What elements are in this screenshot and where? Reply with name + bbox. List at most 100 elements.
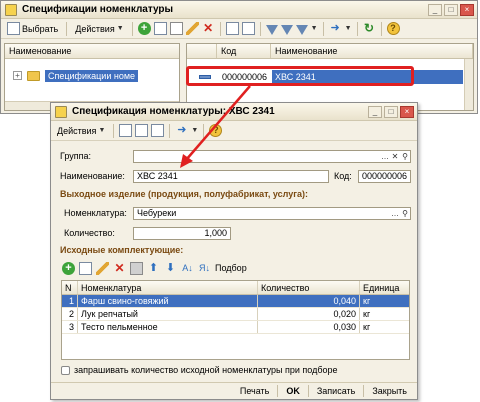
hierarchy-icon[interactable] — [225, 22, 239, 35]
app-icon — [5, 3, 17, 16]
filter-clear-icon[interactable] — [280, 24, 293, 35]
quantity-label: Количество: — [64, 228, 115, 238]
row-quantity: 0,040 — [258, 295, 360, 307]
form-titlebar: Спецификация номенклатуры: ХВС 2341 _ □ … — [51, 103, 417, 121]
quantity-field[interactable]: 1,000 — [133, 227, 231, 240]
search-icon[interactable]: ⚲ — [400, 208, 410, 219]
code-column-header[interactable]: Код — [217, 44, 271, 58]
list-window-titlebar: Спецификации номенклатуры _ □ × — [1, 1, 477, 19]
folder-icon — [27, 70, 40, 81]
delete-icon[interactable]: ✕ — [202, 22, 215, 35]
filter-icon[interactable] — [265, 24, 278, 35]
save-button[interactable]: Записать — [313, 386, 359, 396]
minimize-button[interactable]: _ — [368, 105, 382, 118]
row-quantity: 0,020 — [258, 308, 360, 320]
name-column-header[interactable]: Наименование — [271, 44, 473, 58]
actions-menu[interactable]: Действия ▼ — [72, 21, 126, 37]
close-window-button[interactable]: × — [460, 3, 474, 16]
col-quantity[interactable]: Количество — [258, 281, 360, 294]
close-window-button[interactable]: × — [400, 105, 414, 118]
form-actions-menu[interactable]: Действия ▼ — [54, 123, 108, 139]
edit-row-icon[interactable] — [96, 261, 109, 275]
tree-header: Наименование — [9, 46, 72, 56]
row-number: 3 — [62, 321, 78, 333]
help-icon[interactable]: ? — [209, 124, 223, 137]
move-down-icon[interactable]: ⬇ — [164, 262, 177, 275]
clear-icon[interactable]: ✕ — [390, 151, 400, 162]
add-icon[interactable]: + — [137, 22, 151, 35]
print-button[interactable]: Печать — [236, 386, 273, 396]
add-row-icon[interactable]: + — [62, 261, 75, 275]
group-field[interactable]: … ✕ ⚲ — [133, 150, 411, 163]
col-nomenclature[interactable]: Номенклатура — [78, 281, 258, 294]
help-icon[interactable]: ? — [386, 22, 400, 35]
tree-item[interactable]: + Спецификации номе — [5, 68, 179, 83]
move-to-group-icon[interactable] — [241, 22, 255, 35]
select-button[interactable]: Выбрать — [4, 21, 61, 37]
end-edit-icon[interactable] — [130, 261, 143, 275]
expand-icon[interactable]: + — [13, 71, 22, 80]
sort-asc-icon[interactable]: A↓ — [181, 262, 194, 275]
row-quantity: 0,030 — [258, 321, 360, 333]
select-dots-button[interactable]: … — [390, 208, 400, 219]
close-button[interactable]: Закрыть — [368, 386, 411, 396]
request-quantity-checkbox[interactable] — [61, 365, 70, 375]
chevron-down-icon[interactable]: ▼ — [191, 127, 198, 134]
edit-icon[interactable] — [185, 22, 199, 35]
filter-list-icon[interactable] — [295, 24, 308, 35]
tree-item-label: Спецификации номе — [45, 69, 139, 82]
search-icon[interactable]: ⚲ — [400, 151, 410, 162]
table-row[interactable]: 2 Лук репчатый 0,020 кг — [62, 308, 409, 321]
select-dots-button[interactable]: … — [380, 151, 390, 162]
row-nomenclature: Тесто пельменное — [78, 321, 258, 333]
row-number: 1 — [62, 295, 78, 307]
list-window-title: Спецификации номенклатуры — [22, 4, 174, 15]
group-label: Группа: — [60, 151, 92, 161]
maximize-button[interactable]: □ — [444, 3, 458, 16]
sort-desc-icon[interactable]: Я↓ — [198, 262, 211, 275]
chevron-down-icon[interactable]: ▼ — [311, 25, 318, 32]
chevron-down-icon[interactable]: ▼ — [345, 25, 352, 32]
ok-button[interactable]: OK — [282, 386, 304, 396]
table-row[interactable]: 1 Фарш свино-говяжий 0,040 кг — [62, 295, 409, 308]
specifications-list-window: Спецификации номенклатуры _ □ × Выбрать … — [0, 0, 478, 114]
chevron-down-icon: ▼ — [116, 25, 124, 32]
save-close-icon[interactable] — [119, 124, 133, 137]
col-unit[interactable]: Единица — [360, 281, 409, 294]
form-toolbar: Действия ▼ ➜ ▼ ? — [51, 121, 417, 141]
col-n[interactable]: N — [62, 281, 78, 294]
save-icon[interactable] — [135, 124, 149, 137]
move-up-icon[interactable]: ⬆ — [147, 262, 160, 275]
nomenclature-label: Номенклатура: — [64, 208, 127, 218]
components-section-title: Исходные комплектующие: — [60, 245, 184, 255]
copy-row-icon[interactable] — [79, 261, 92, 275]
nomenclature-value: Чебуреки — [137, 208, 177, 218]
selection-label: Подбор — [215, 263, 247, 273]
minimize-button[interactable]: _ — [428, 3, 442, 16]
selection-button[interactable]: Подбор — [215, 260, 247, 276]
row-unit: кг — [363, 309, 371, 319]
copy-icon[interactable] — [169, 22, 183, 35]
components-table: N Номенклатура Количество Единица 1 Фарш… — [61, 280, 410, 360]
table-toolbar: + ✕ ⬆ ⬇ A↓ Я↓ Подбор — [59, 259, 247, 277]
select-button-label: Выбрать — [22, 23, 59, 34]
refresh-icon[interactable]: ↻ — [363, 22, 376, 35]
go-icon[interactable]: ➜ — [329, 22, 342, 35]
table-row[interactable]: 3 Тесто пельменное 0,030 кг — [62, 321, 409, 334]
name-field[interactable]: ХВС 2341 — [133, 170, 329, 183]
row-unit: кг — [360, 295, 409, 307]
form-actions-label: Действия — [57, 125, 97, 136]
nomenclature-field[interactable]: Чебуреки … ⚲ — [133, 207, 411, 220]
row-nomenclature: Лук репчатый — [78, 308, 258, 320]
delete-row-icon[interactable]: ✕ — [113, 261, 126, 275]
maximize-button[interactable]: □ — [384, 105, 398, 118]
code-field[interactable]: 000000006 — [358, 170, 411, 183]
actions-menu-label: Действия — [75, 23, 115, 34]
form-footer: Печать OK Записать Закрыть — [51, 382, 417, 399]
vertical-scrollbar[interactable] — [464, 59, 473, 110]
reread-icon[interactable] — [151, 124, 165, 137]
go-icon[interactable]: ➜ — [175, 124, 188, 137]
request-quantity-label: запрашивать количество исходной номенкла… — [74, 365, 338, 375]
add-group-icon[interactable] — [153, 22, 167, 35]
specification-form-window: Спецификация номенклатуры: ХВС 2341 _ □ … — [50, 102, 418, 400]
